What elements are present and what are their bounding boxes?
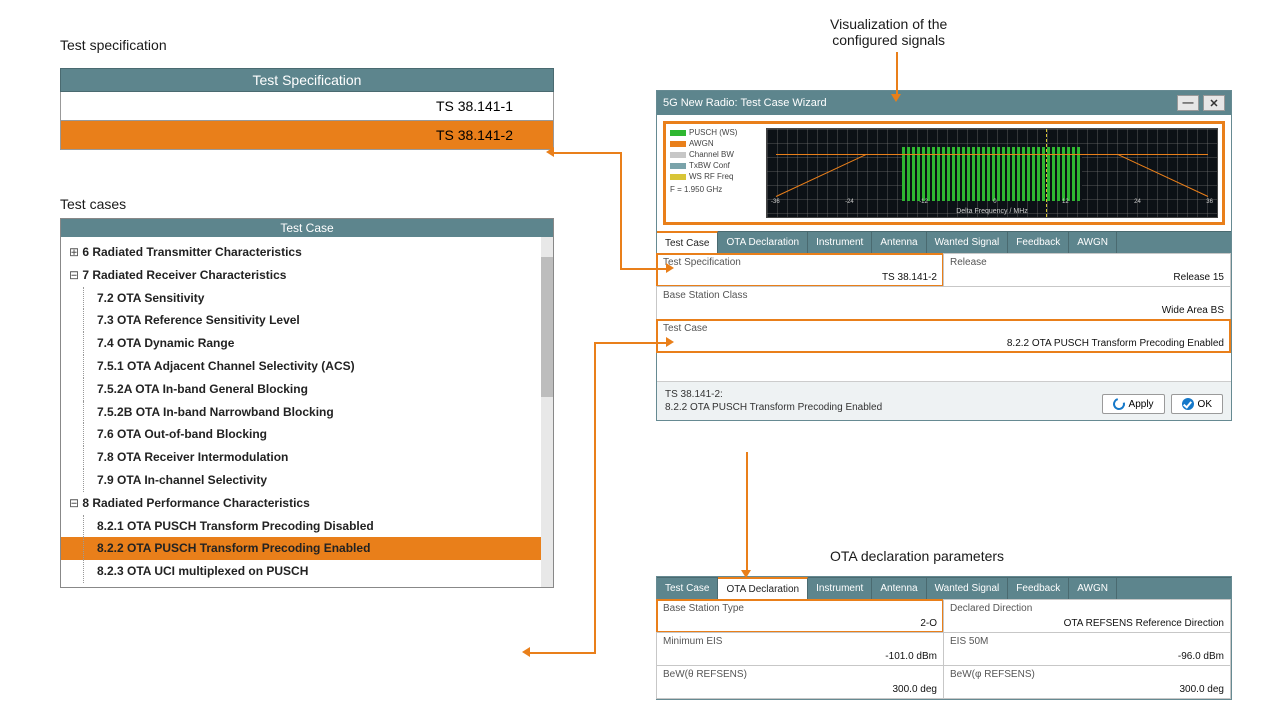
tree-group[interactable]: ⊟ 7 Radiated Receiver Characteristics — [61, 264, 553, 287]
tab-awgn[interactable]: AWGN — [1069, 578, 1117, 600]
tab-instrument[interactable]: Instrument — [808, 232, 872, 254]
tree-item[interactable]: 7.3 OTA Reference Sensitivity Level — [61, 309, 553, 332]
field-declared-direction[interactable]: Declared DirectionOTA REFSENS Reference … — [943, 599, 1231, 633]
tab-test-case[interactable]: Test Case — [657, 231, 718, 254]
test-specification-panel: Test Specification TS 38.141-1TS 38.141-… — [60, 68, 554, 150]
test-cases-panel: Test Case ⊞ 6 Radiated Transmitter Chara… — [60, 218, 554, 588]
tab-feedback[interactable]: Feedback — [1008, 232, 1069, 254]
footer-note-line1: TS 38.141-2: — [665, 388, 882, 401]
tree-item[interactable]: 7.8 OTA Receiver Intermodulation — [61, 446, 553, 469]
footer-note-line2: 8.2.2 OTA PUSCH Transform Precoding Enab… — [665, 401, 882, 414]
field-bew-theta[interactable]: BeW(θ REFSENS)300.0 deg — [656, 665, 944, 699]
tab-test-case[interactable]: Test Case — [657, 578, 718, 600]
tab-awgn[interactable]: AWGN — [1069, 232, 1117, 254]
legend-item: PUSCH (WS) — [670, 128, 762, 137]
refresh-icon — [1110, 396, 1126, 412]
arrow-down-icon — [741, 570, 751, 578]
spec-row[interactable]: TS 38.141-2 — [60, 121, 554, 150]
connector — [594, 342, 668, 344]
tree-item[interactable]: 7.5.2A OTA In-band General Blocking — [61, 378, 553, 401]
field-base-station-type[interactable]: Base Station Type2-O — [656, 599, 944, 633]
connector — [620, 152, 622, 270]
scrollbar-thumb[interactable] — [541, 257, 553, 397]
arrow-right-icon — [666, 263, 674, 273]
spec-row[interactable]: TS 38.141-1 — [60, 92, 554, 121]
field-minimum-eis[interactable]: Minimum EIS-101.0 dBm — [656, 632, 944, 666]
viz-legend: PUSCH (WS) AWGN Channel BW TxBW Conf WS RF F… — [670, 128, 762, 218]
heading-cases: Test cases — [60, 196, 126, 212]
field-bew-phi[interactable]: BeW(φ REFSENS)300.0 deg — [943, 665, 1231, 699]
connector — [530, 652, 596, 654]
tab-antenna[interactable]: Antenna — [872, 232, 926, 254]
wizard-tabs: Test CaseOTA DeclarationInstrumentAntenn… — [657, 231, 1231, 254]
arrow-left-icon — [546, 147, 554, 157]
ota-tabs: Test CaseOTA DeclarationInstrumentAntenn… — [657, 577, 1231, 600]
arrow-right-icon — [666, 337, 674, 347]
legend-item: TxBW Conf — [670, 161, 762, 170]
test-cases-header: Test Case — [61, 219, 553, 237]
wizard-titlebar[interactable]: 5G New Radio: Test Case Wizard — ✕ — [657, 91, 1231, 115]
tab-wanted-signal[interactable]: Wanted Signal — [927, 578, 1009, 600]
arrow-down-icon — [891, 94, 901, 102]
ok-button[interactable]: OK — [1171, 394, 1223, 414]
field-test-case[interactable]: Test Case 8.2.2 OTA PUSCH Transform Prec… — [656, 319, 1231, 353]
legend-item: Channel BW — [670, 150, 762, 159]
x-axis-label: Delta Frequency / MHz — [767, 208, 1217, 215]
tree-item[interactable]: 7.5.2B OTA In-band Narrowband Blocking — [61, 401, 553, 424]
heading-spec: Test specification — [60, 37, 167, 53]
arrow-left-icon — [522, 647, 530, 657]
test-case-wizard-window: 5G New Radio: Test Case Wizard — ✕ PUSCH… — [656, 90, 1232, 421]
tree-item[interactable]: 8.2.2 OTA PUSCH Transform Precoding Enab… — [61, 537, 553, 560]
tree-group[interactable]: ⊟ 8 Radiated Performance Characteristics — [61, 492, 553, 515]
tree-item[interactable]: 7.4 OTA Dynamic Range — [61, 332, 553, 355]
heading-ota: OTA declaration parameters — [830, 548, 1004, 564]
field-base-station-class[interactable]: Base Station Class Wide Area BS — [656, 286, 1231, 320]
tab-wanted-signal[interactable]: Wanted Signal — [927, 232, 1009, 254]
tree-item[interactable]: 7.6 OTA Out-of-band Blocking — [61, 423, 553, 446]
tab-ota-declaration[interactable]: OTA Declaration — [718, 577, 808, 600]
tab-feedback[interactable]: Feedback — [1008, 578, 1069, 600]
minimize-button[interactable]: — — [1177, 95, 1199, 111]
tab-antenna[interactable]: Antenna — [872, 578, 926, 600]
apply-button[interactable]: Apply — [1102, 394, 1165, 414]
check-icon — [1182, 398, 1194, 410]
signal-visualization: PUSCH (WS) AWGN Channel BW TxBW Conf WS RF F… — [663, 121, 1225, 225]
wizard-title: 5G New Radio: Test Case Wizard — [663, 97, 827, 109]
legend-item: AWGN — [670, 139, 762, 148]
legend-item: WS RF Freq — [670, 172, 762, 181]
test-cases-tree[interactable]: ⊞ 6 Radiated Transmitter Characteristics… — [61, 237, 553, 587]
tab-instrument[interactable]: Instrument — [808, 578, 872, 600]
tree-group[interactable]: ⊞ 6 Radiated Transmitter Characteristics — [61, 241, 553, 264]
tree-item[interactable]: 8.2.1 OTA PUSCH Transform Precoding Disa… — [61, 515, 553, 538]
connector — [594, 342, 596, 654]
scrollbar[interactable] — [541, 237, 553, 587]
spectrum-plot: -36-24-120122436 Delta Frequency / MHz — [766, 128, 1218, 218]
tree-item[interactable]: 7.9 OTA In-channel Selectivity — [61, 469, 553, 492]
wizard-footer: TS 38.141-2: 8.2.2 OTA PUSCH Transform P… — [657, 381, 1231, 420]
close-button[interactable]: ✕ — [1203, 95, 1225, 111]
freq-note: F = 1.950 GHz — [670, 185, 762, 194]
field-release[interactable]: Release Release 15 — [943, 253, 1231, 287]
tree-item[interactable]: 8.2.3 OTA UCI multiplexed on PUSCH — [61, 560, 553, 583]
field-test-specification[interactable]: Test Specification TS 38.141-2 — [656, 253, 944, 287]
connector — [896, 52, 898, 96]
ota-declaration-panel: Test CaseOTA DeclarationInstrumentAntenn… — [656, 576, 1232, 700]
field-eis-50m[interactable]: EIS 50M-96.0 dBm — [943, 632, 1231, 666]
tree-item[interactable]: 7.2 OTA Sensitivity — [61, 287, 553, 310]
connector — [620, 268, 668, 270]
connector — [554, 152, 622, 154]
test-specification-header: Test Specification — [60, 68, 554, 92]
heading-viz: Visualization of the configured signals — [830, 16, 947, 48]
tab-ota-declaration[interactable]: OTA Declaration — [718, 232, 808, 254]
tree-item[interactable]: 7.5.1 OTA Adjacent Channel Selectivity (… — [61, 355, 553, 378]
connector — [746, 452, 748, 572]
